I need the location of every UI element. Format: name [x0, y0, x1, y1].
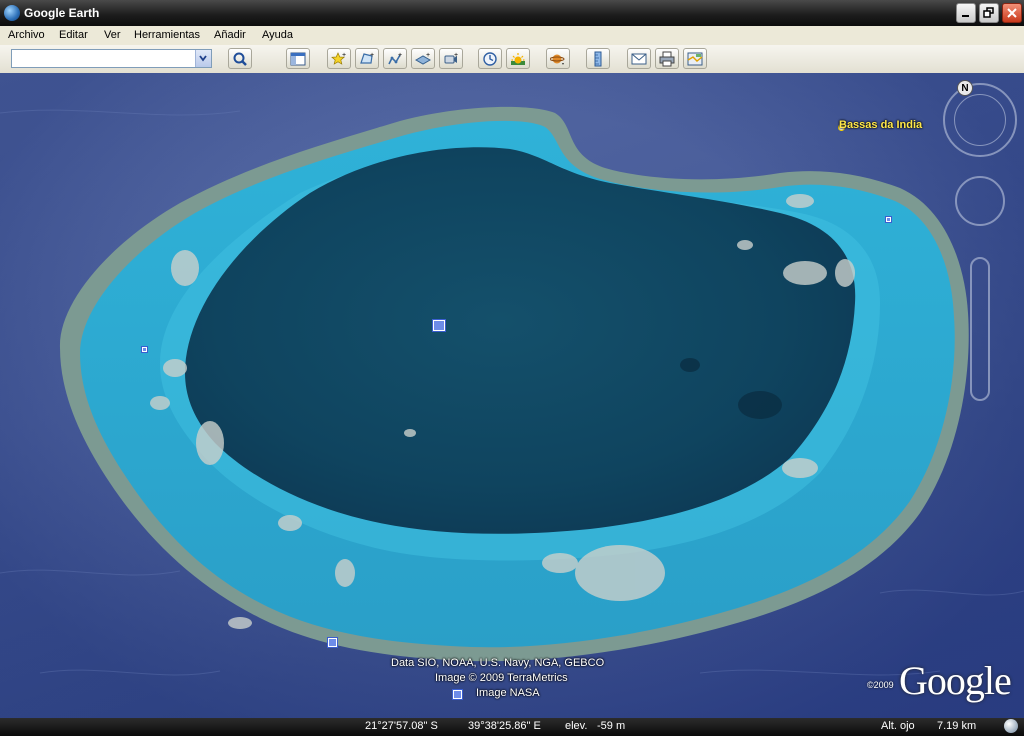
sunlight-icon — [511, 53, 525, 65]
email-button[interactable] — [627, 48, 651, 69]
record-tour-button[interactable]: + — [439, 48, 463, 69]
svg-text:+: + — [426, 52, 430, 59]
google-logo: Google — [899, 658, 1012, 703]
path-add-icon: + — [388, 52, 402, 65]
elevation-label: elev. — [565, 720, 588, 732]
map-icon — [687, 52, 703, 66]
historical-imagery-button[interactable] — [478, 48, 502, 69]
title-bar: Google Earth — [0, 0, 1024, 26]
search-combobox[interactable] — [11, 49, 212, 68]
attribution-line: Image NASA — [476, 687, 540, 699]
search-input[interactable] — [14, 51, 194, 66]
add-placemark-button[interactable]: + — [327, 48, 351, 69]
svg-text:+: + — [342, 52, 346, 59]
attribution-line: Data SIO, NOAA, U.S. Navy, NGA, GEBCO — [391, 657, 605, 669]
placemark-icon[interactable] — [327, 637, 338, 648]
move-joystick[interactable] — [955, 176, 1005, 226]
status-bar: 21°27'57.08" S 39°38'25.86" E elev. -59 … — [0, 718, 1024, 736]
eye-altitude-label: Alt. ojo — [881, 720, 915, 732]
window-title: Google Earth — [24, 6, 100, 20]
zoom-slider[interactable] — [970, 257, 990, 401]
planets-button[interactable] — [546, 48, 570, 69]
menu-anadir[interactable]: Añadir — [214, 29, 246, 41]
menu-herramientas[interactable]: Herramientas — [134, 29, 200, 41]
compass-north-icon[interactable]: N — [957, 80, 973, 96]
toolbar: + + + + + — [0, 45, 1024, 74]
sunlight-button[interactable] — [506, 48, 530, 69]
close-icon — [1007, 8, 1017, 18]
longitude-readout: 39°38'25.86" E — [468, 720, 541, 732]
minimize-button[interactable] — [956, 3, 976, 23]
image-overlay-icon: + — [415, 52, 431, 65]
attribution-line: Image © 2009 TerraMetrics — [435, 672, 568, 684]
sidebar-icon — [290, 52, 306, 66]
clock-icon — [483, 52, 497, 66]
menu-ver[interactable]: Ver — [104, 29, 121, 41]
menu-archivo[interactable]: Archivo — [8, 29, 45, 41]
ruler-button[interactable] — [586, 48, 610, 69]
eye-altitude-value: 7.19 km — [937, 720, 977, 732]
search-dropdown-button[interactable] — [195, 50, 211, 67]
latitude-readout: 21°27'57.08" S — [365, 720, 438, 732]
atoll-imagery — [0, 106, 1024, 676]
search-button[interactable] — [228, 48, 252, 69]
svg-text:+: + — [398, 52, 402, 59]
google-earth-icon — [4, 5, 20, 21]
email-icon — [631, 53, 647, 65]
view-in-maps-button[interactable] — [683, 48, 707, 69]
earth-view[interactable]: Bassas da India N Data SIO, NOAA, U.S. N… — [0, 73, 1024, 718]
placemark-add-icon: + — [331, 52, 346, 65]
elevation-value: -59 m — [597, 720, 626, 732]
logo-year: ©2009 — [867, 680, 894, 690]
tour-camera-icon: + — [444, 52, 458, 64]
minimize-icon — [962, 15, 969, 17]
print-button[interactable] — [655, 48, 679, 69]
add-path-button[interactable]: + — [383, 48, 407, 69]
chevron-down-icon — [199, 55, 207, 62]
sidebar-toggle-button[interactable] — [286, 48, 310, 69]
svg-text:+: + — [454, 52, 458, 59]
menu-bar: Archivo Editar Ver Herramientas Añadir A… — [0, 26, 1024, 45]
restore-button[interactable] — [979, 3, 999, 23]
printer-icon — [659, 51, 675, 67]
placemark-icon[interactable] — [885, 216, 892, 223]
menu-editar[interactable]: Editar — [59, 29, 88, 41]
place-label[interactable]: Bassas da India — [839, 119, 922, 131]
close-button[interactable] — [1002, 3, 1022, 23]
add-polygon-button[interactable]: + — [355, 48, 379, 69]
add-image-overlay-button[interactable]: + — [411, 48, 435, 69]
magnifier-icon — [233, 52, 247, 66]
planet-icon — [550, 54, 565, 65]
streaming-indicator-icon — [1004, 719, 1018, 733]
ruler-icon — [594, 51, 602, 67]
restore-icon — [983, 7, 994, 18]
polygon-add-icon: + — [360, 52, 374, 64]
menu-ayuda[interactable]: Ayuda — [262, 29, 293, 41]
placemark-icon[interactable] — [432, 319, 446, 332]
svg-text:+: + — [370, 52, 374, 59]
look-joystick-inner[interactable] — [954, 94, 1006, 146]
nasa-icon — [452, 689, 463, 700]
placemark-icon[interactable] — [141, 346, 148, 353]
